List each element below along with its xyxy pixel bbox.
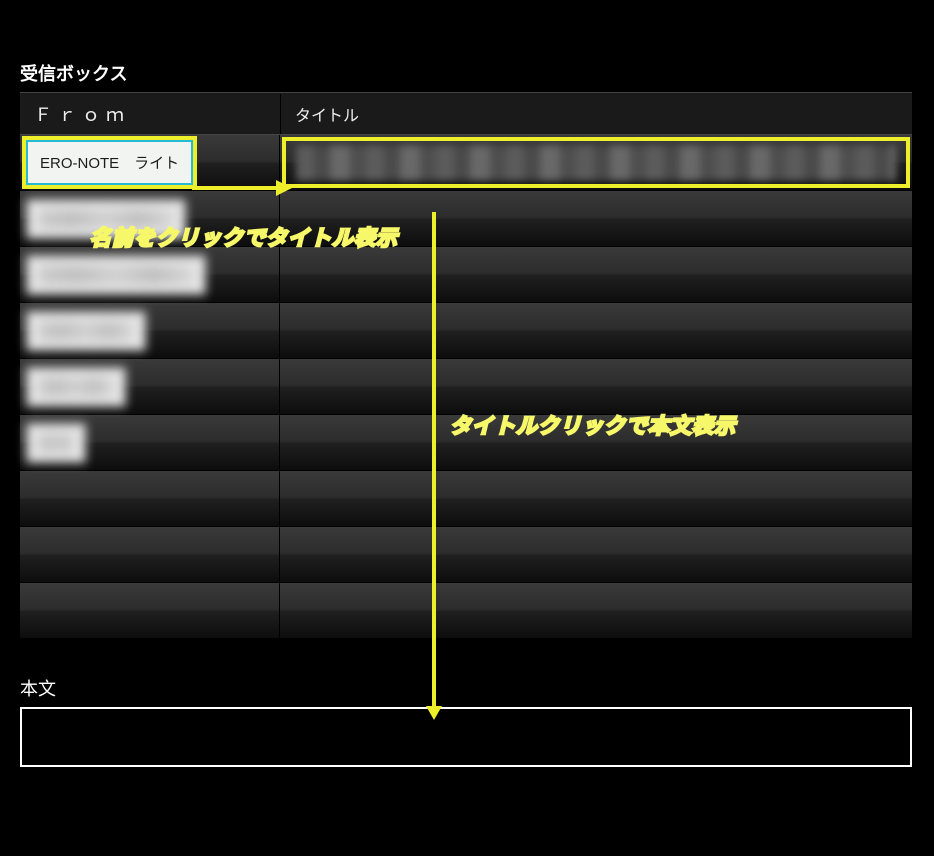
from-chip[interactable] xyxy=(26,255,206,295)
title-chip[interactable] xyxy=(286,253,906,296)
title-chip[interactable] xyxy=(286,197,906,240)
title-chip[interactable] xyxy=(286,141,906,184)
from-cell[interactable] xyxy=(20,471,280,526)
title-chip[interactable] xyxy=(286,365,906,408)
table-row xyxy=(20,583,912,639)
from-chip[interactable] xyxy=(26,199,186,239)
title-chip[interactable] xyxy=(286,589,906,632)
from-cell[interactable] xyxy=(20,303,280,358)
title-cell[interactable] xyxy=(280,471,912,526)
table-row xyxy=(20,415,912,471)
title-cell[interactable] xyxy=(280,135,912,190)
table-row xyxy=(20,471,912,527)
inbox-section-title: 受信ボックス xyxy=(20,60,914,86)
title-cell[interactable] xyxy=(280,527,912,582)
from-chip[interactable] xyxy=(26,367,126,407)
table-row xyxy=(20,359,912,415)
from-chip[interactable] xyxy=(26,423,86,463)
title-cell[interactable] xyxy=(280,415,912,470)
inbox-header-row: Ｆｒｏｍ タイトル xyxy=(20,93,912,135)
inbox-table: Ｆｒｏｍ タイトル ERO-NOTE ライト xyxy=(20,92,912,639)
title-chip[interactable] xyxy=(286,533,906,576)
table-row xyxy=(20,303,912,359)
body-section: 本文 xyxy=(20,675,914,767)
body-textarea[interactable] xyxy=(20,707,912,767)
header-title: タイトル xyxy=(280,94,912,134)
from-cell[interactable] xyxy=(20,247,280,302)
title-cell[interactable] xyxy=(280,247,912,302)
title-chip[interactable] xyxy=(286,421,906,464)
from-cell[interactable]: ERO-NOTE ライト xyxy=(20,135,280,190)
title-cell[interactable] xyxy=(280,359,912,414)
table-row xyxy=(20,247,912,303)
title-chip[interactable] xyxy=(286,309,906,352)
table-row xyxy=(20,191,912,247)
title-chip[interactable] xyxy=(286,477,906,520)
header-from: Ｆｒｏｍ xyxy=(20,93,280,135)
inbox-page: 受信ボックス Ｆｒｏｍ タイトル ERO-NOTE ライト 本文 名前をクリック… xyxy=(0,0,934,787)
title-cell[interactable] xyxy=(280,191,912,246)
from-cell[interactable] xyxy=(20,527,280,582)
from-cell[interactable] xyxy=(20,359,280,414)
title-cell[interactable] xyxy=(280,303,912,358)
title-cell[interactable] xyxy=(280,583,912,638)
table-row: ERO-NOTE ライト xyxy=(20,135,912,191)
from-chip[interactable]: ERO-NOTE ライト xyxy=(26,140,193,185)
table-row xyxy=(20,527,912,583)
from-cell[interactable] xyxy=(20,191,280,246)
from-cell[interactable] xyxy=(20,415,280,470)
body-label: 本文 xyxy=(20,675,914,701)
from-chip[interactable] xyxy=(26,311,146,351)
title-blurred-text xyxy=(296,145,896,181)
from-cell[interactable] xyxy=(20,583,280,638)
